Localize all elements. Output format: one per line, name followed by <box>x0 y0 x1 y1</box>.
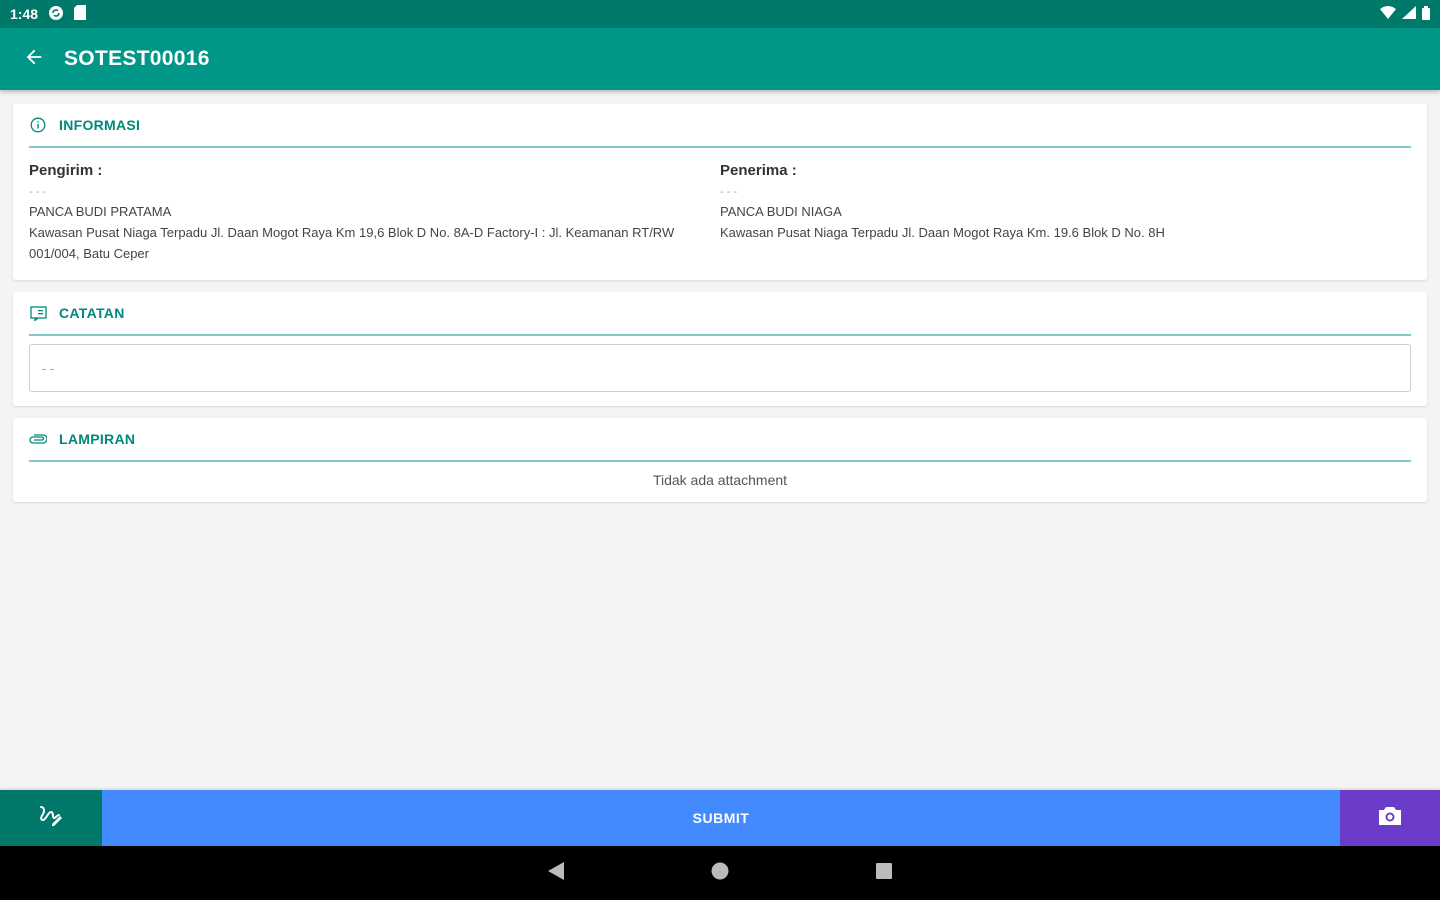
nav-recents-icon <box>875 862 893 885</box>
sender-name: PANCA BUDI PRATAMA <box>29 204 172 219</box>
nav-home-icon <box>710 861 730 886</box>
attachment-icon <box>29 430 47 448</box>
sender-section: Pengirim : - - - PANCA BUDI PRATAMA Kawa… <box>29 160 720 264</box>
wifi-icon <box>1380 6 1396 22</box>
signature-button[interactable] <box>0 790 102 846</box>
content-area: INFORMASI Pengirim : - - - PANCA BUDI PR… <box>0 90 1440 790</box>
nav-back-icon <box>547 861 565 886</box>
sender-label: Pengirim : <box>29 162 103 179</box>
sd-card-icon <box>74 5 87 23</box>
receiver-name: PANCA BUDI NIAGA <box>720 204 842 219</box>
attachment-card-header: LAMPIRAN <box>29 418 1411 462</box>
receiver-address: Kawasan Pusat Niaga Terpadu Jl. Daan Mog… <box>720 225 1165 240</box>
notes-input[interactable]: - - <box>29 344 1411 392</box>
arrow-back-icon <box>23 46 45 73</box>
notes-input-value: - - <box>42 360 55 376</box>
sync-icon <box>48 5 64 24</box>
camera-icon <box>1377 805 1403 832</box>
system-nav-bar <box>0 846 1440 900</box>
status-bar: 1:48 <box>0 0 1440 28</box>
receiver-placeholder: - - - <box>720 186 738 198</box>
app-bar: SOTEST00016 <box>0 28 1440 90</box>
attachment-card: LAMPIRAN Tidak ada attachment <box>13 418 1427 502</box>
status-time: 1:48 <box>10 6 39 22</box>
page-title: SOTEST00016 <box>64 47 210 70</box>
nav-back-button[interactable] <box>544 861 568 885</box>
info-card-header: INFORMASI <box>29 104 1411 148</box>
battery-icon <box>1422 5 1430 23</box>
info-card: INFORMASI Pengirim : - - - PANCA BUDI PR… <box>13 104 1427 280</box>
receiver-section: Penerima : - - - PANCA BUDI NIAGA Kawasa… <box>720 160 1411 264</box>
signature-icon <box>38 804 64 833</box>
info-icon <box>29 116 47 134</box>
attachment-card-title: LAMPIRAN <box>59 431 136 447</box>
receiver-label: Penerima : <box>720 162 797 179</box>
nav-recents-button[interactable] <box>872 861 896 885</box>
sender-address: Kawasan Pusat Niaga Terpadu Jl. Daan Mog… <box>29 225 675 261</box>
camera-button[interactable] <box>1340 790 1440 846</box>
notes-card-header: CATATAN <box>29 292 1411 336</box>
attachment-empty-text: Tidak ada attachment <box>652 472 788 488</box>
back-button[interactable] <box>20 45 48 73</box>
submit-button[interactable]: SUBMIT <box>102 790 1340 846</box>
nav-home-button[interactable] <box>708 861 732 885</box>
info-body: Pengirim : - - - PANCA BUDI PRATAMA Kawa… <box>29 148 1411 280</box>
bottom-action-bar: SUBMIT <box>0 790 1440 846</box>
notes-card-title: CATATAN <box>59 305 125 321</box>
signal-icon <box>1402 6 1416 22</box>
notes-card: CATATAN - - <box>13 292 1427 406</box>
info-card-title: INFORMASI <box>59 117 141 133</box>
notes-body: - - <box>29 336 1411 406</box>
sender-placeholder: - - - <box>29 186 47 198</box>
note-icon <box>29 304 47 322</box>
